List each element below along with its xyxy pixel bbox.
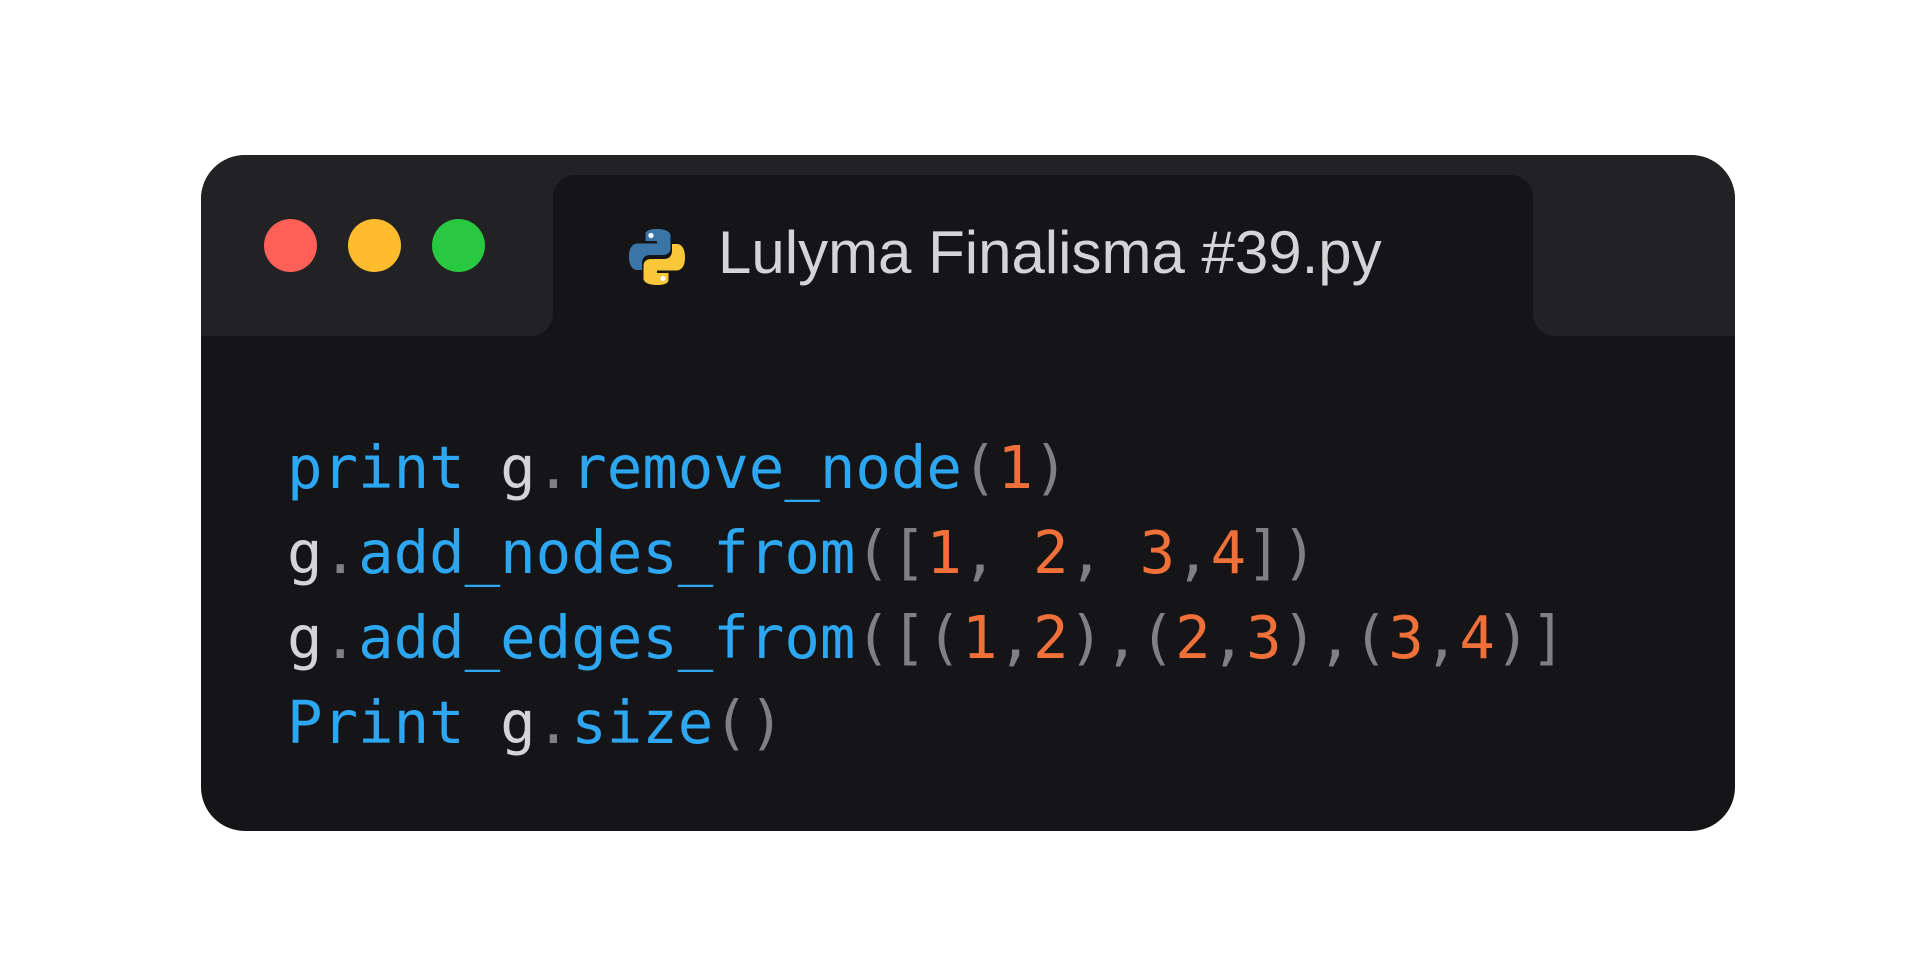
file-tab[interactable]: Lulyma Finalisma #39.py [553, 175, 1533, 336]
code-token-number: 1 [997, 433, 1033, 502]
code-token-punct: . [535, 688, 572, 757]
code-token-keyword: Print [287, 688, 465, 757]
python-icon [629, 229, 685, 285]
code-token-punct: ([ [855, 518, 927, 587]
code-token-plain: g [500, 688, 536, 757]
tab-join-left [526, 309, 553, 336]
code-token-plain: g [287, 518, 323, 587]
code-token-number: 4 [1210, 518, 1247, 587]
code-token-plain: g [500, 433, 536, 502]
code-token-plain: g [287, 603, 323, 672]
code-token-punct: ),( [1068, 603, 1176, 672]
code-token-punct: ([( [855, 603, 962, 672]
code-token-punct: , [961, 518, 1033, 587]
close-button[interactable] [264, 219, 317, 272]
code-token-punct: . [322, 518, 359, 587]
code-token-keyword: size [571, 688, 714, 757]
code-line: Print g.size() [287, 680, 1566, 765]
code-token-punct: , [1068, 518, 1140, 587]
code-line: print g.remove_node(1) [287, 425, 1566, 510]
code-token-number: 2 [1175, 603, 1211, 672]
code-token-punct: . [535, 433, 572, 502]
code-token-number: 3 [1246, 603, 1282, 672]
code-token-punct: , [997, 603, 1033, 672]
code-token-punct: ]) [1246, 518, 1318, 587]
code-token-number: 3 [1388, 603, 1424, 672]
code-token-number: 1 [926, 518, 962, 587]
code-token-punct: , [1175, 518, 1211, 587]
code-token-punct: , [1423, 603, 1460, 672]
tab-join-right [1533, 309, 1560, 336]
code-token-number: 2 [1033, 603, 1069, 672]
code-token-number: 2 [1032, 518, 1069, 587]
tab-title: Lulyma Finalisma #39.py [718, 219, 1382, 286]
code-token-punct: , [1210, 603, 1247, 672]
code-line: g.add_edges_from([(1,2),(2,3),(3,4)] [287, 595, 1566, 680]
code-line: g.add_nodes_from([1, 2, 3,4]) [287, 510, 1566, 595]
code-token-keyword: add_nodes_from [358, 518, 856, 587]
code-token-number: 1 [961, 603, 998, 672]
code-token-number: 3 [1139, 518, 1176, 587]
code-window: Lulyma Finalisma #39.py print g.remove_n… [201, 155, 1735, 831]
code-token-punct: ),( [1281, 603, 1389, 672]
code-token-punct: ) [1033, 433, 1069, 502]
code-token-keyword: add_edges_from [358, 603, 856, 672]
code-token-punct: ( [961, 433, 998, 502]
code-token-number: 4 [1459, 603, 1495, 672]
code-token-keyword: remove_node [571, 433, 962, 502]
maximize-button[interactable] [432, 219, 485, 272]
minimize-button[interactable] [348, 219, 401, 272]
code-token-punct: () [713, 688, 785, 757]
code-token-punct: . [322, 603, 359, 672]
code-token-keyword: print [287, 433, 465, 502]
code-token-punct: )] [1494, 603, 1566, 672]
code-editor[interactable]: print g.remove_node(1) g.add_nodes_from([… [287, 425, 1566, 765]
